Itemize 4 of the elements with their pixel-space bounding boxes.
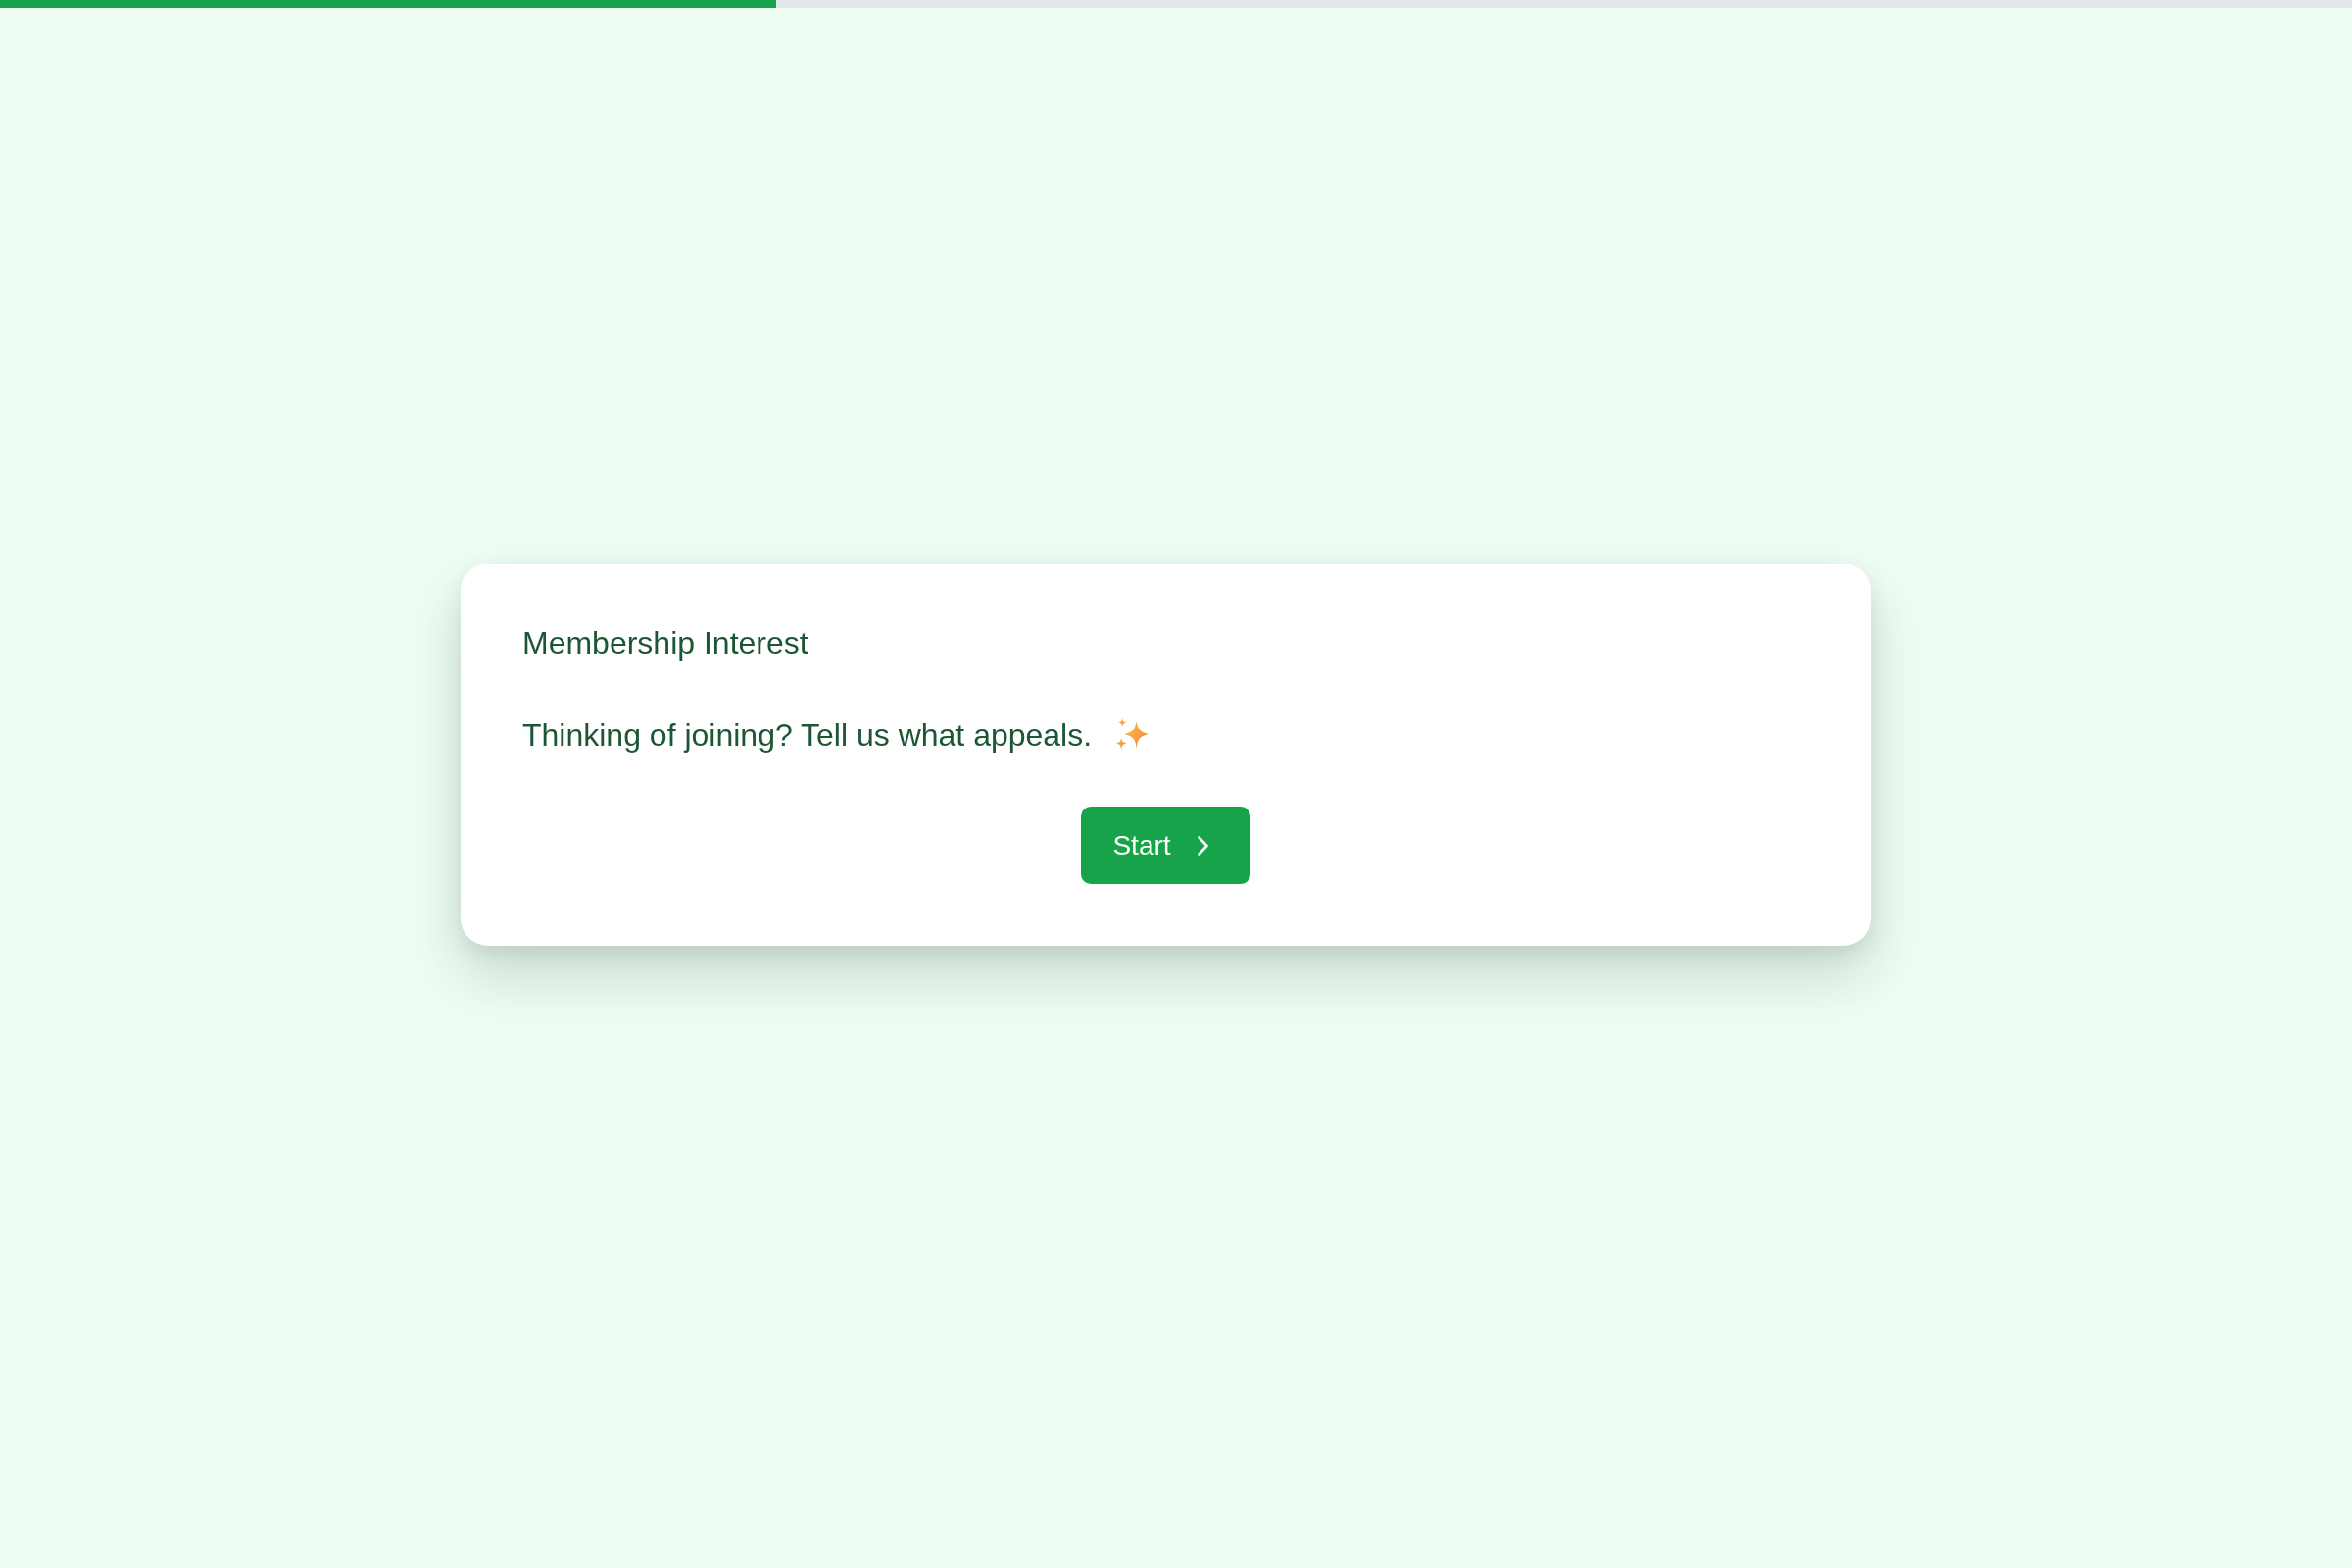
card-title: Membership Interest	[522, 624, 809, 662]
intro-message: Thinking of joining? Tell us what appeals.	[522, 716, 1093, 754]
start-button[interactable]: Start	[1081, 807, 1250, 884]
chevron-right-icon	[1196, 835, 1209, 857]
